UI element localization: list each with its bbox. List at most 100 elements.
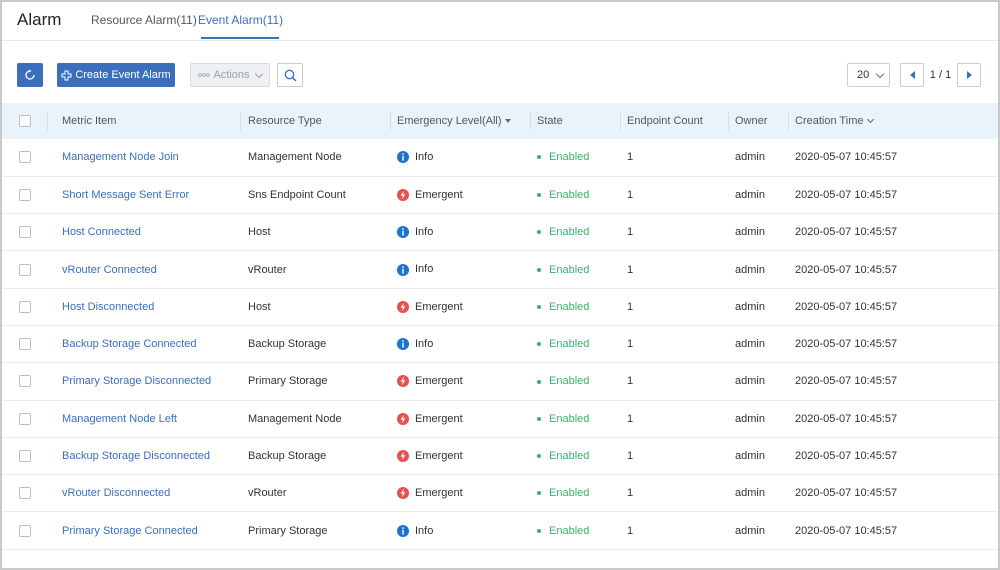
resource-type-cell: Primary Storage (240, 363, 390, 400)
emergency-level-value: Emergent (415, 300, 463, 313)
state-cell: Enabled (530, 176, 620, 213)
table-row[interactable]: Backup Storage Connected Backup Storage In… (2, 325, 998, 363)
page-size-select[interactable]: 20 (847, 63, 890, 87)
emergency-level-cell: Info (390, 139, 530, 176)
row-checkbox[interactable] (19, 450, 31, 463)
status-dot-icon (537, 491, 541, 496)
metric-item-link[interactable]: Management Node Join (62, 151, 179, 163)
table-row[interactable]: Backup Storage Disconnected Backup Storag… (2, 437, 998, 475)
column-separator (620, 112, 621, 130)
metric-item-link[interactable]: Host Disconnected (62, 301, 154, 313)
metric-item-link[interactable]: Host Connected (62, 226, 141, 238)
metric-item-cell: Management Node Left (47, 400, 240, 437)
creation-time-value: 2020-05-07 10:45:57 (795, 188, 898, 201)
select-all-checkbox[interactable] (19, 115, 31, 128)
column-separator (728, 112, 729, 130)
prev-page-button[interactable] (900, 63, 924, 87)
info-icon (397, 524, 409, 537)
metric-item-link[interactable]: Primary Storage Connected (62, 525, 198, 537)
metric-item-cell: Short Message Sent Error (47, 176, 240, 213)
column-separator (788, 112, 789, 130)
chevron-down-icon (876, 69, 885, 78)
creation-time-cell: 2020-05-07 10:45:57 (788, 475, 998, 512)
metric-item-link[interactable]: Backup Storage Connected (62, 338, 197, 350)
metric-item-cell: Host Connected (47, 214, 240, 251)
col-creation-time[interactable]: Creation Time (788, 103, 998, 139)
owner-cell: admin (728, 363, 788, 400)
table-row[interactable]: Primary Storage Connected Primary Storage… (2, 512, 998, 550)
table-row[interactable]: vRouter Connected vRouter Info Enabled 1 admi… (2, 251, 998, 289)
metric-item-link[interactable]: vRouter Disconnected (62, 487, 170, 499)
table-row[interactable]: Management Node Left Management Node Emerg… (2, 400, 998, 438)
creation-time-cell: 2020-05-07 10:45:57 (788, 363, 998, 400)
emergency-level-cell: Emergent (390, 363, 530, 400)
state-cell: Enabled (530, 437, 620, 474)
emergency-level-value: Emergent (415, 449, 463, 462)
column-separator (530, 112, 531, 130)
owner-cell: admin (728, 288, 788, 325)
table-row[interactable]: Short Message Sent Error Sns Endpoint Cou… (2, 176, 998, 214)
row-checkbox[interactable] (19, 375, 31, 388)
resource-type-cell: Backup Storage (240, 437, 390, 474)
row-checkbox[interactable] (19, 151, 31, 164)
resource-type-value: Host (248, 300, 271, 313)
status-dot-icon (537, 155, 541, 160)
owner-value: admin (735, 450, 765, 463)
toolbar: Create Event Alarm Actions 20 1 / 1 (2, 41, 998, 103)
owner-cell: admin (728, 176, 788, 213)
row-select-cell (2, 325, 47, 362)
endpoint-count-value: 1 (627, 300, 634, 313)
creation-time-cell: 2020-05-07 10:45:57 (788, 176, 998, 213)
resource-type-cell: Backup Storage (240, 325, 390, 362)
metric-item-link[interactable]: Backup Storage Disconnected (62, 450, 210, 462)
endpoint-count-value: 1 (627, 412, 634, 425)
create-event-alarm-label: Create Event Alarm (75, 69, 171, 81)
emergency-level-cell: Info (390, 251, 530, 288)
endpoint-count-value: 1 (627, 188, 634, 201)
emergency-level-value: Info (415, 263, 434, 276)
info-icon (397, 338, 409, 351)
creation-time-value: 2020-05-07 10:45:57 (795, 524, 898, 537)
table-row[interactable]: vRouter Disconnected vRouter Emergent Enabl… (2, 475, 998, 512)
creation-time-cell: 2020-05-07 10:45:57 (788, 512, 998, 549)
row-checkbox[interactable] (19, 338, 31, 351)
creation-time-value: 2020-05-07 10:45:57 (795, 450, 898, 463)
metric-item-link[interactable]: Primary Storage Disconnected (62, 375, 211, 387)
row-checkbox[interactable] (19, 188, 31, 201)
row-checkbox[interactable] (19, 412, 31, 425)
next-page-button[interactable] (957, 63, 981, 87)
column-separator (47, 112, 48, 130)
status-dot-icon (537, 304, 541, 309)
row-checkbox[interactable] (19, 300, 31, 313)
table-row[interactable]: Host Disconnected Host Emergent Enabled 1 adm… (2, 288, 998, 326)
col-emergency-level[interactable]: Emergency Level(All) (390, 103, 530, 139)
col-state-label: State (537, 115, 563, 127)
metric-item-link[interactable]: Management Node Left (62, 413, 177, 425)
row-checkbox[interactable] (19, 487, 31, 500)
state-value: Enabled (549, 524, 590, 537)
owner-value: admin (735, 188, 765, 201)
filter-dropdown-icon[interactable] (504, 119, 511, 124)
refresh-icon (25, 69, 35, 80)
row-checkbox[interactable] (19, 226, 31, 239)
row-checkbox[interactable] (19, 524, 31, 537)
metric-item-cell: vRouter Connected (47, 251, 240, 288)
search-button[interactable] (277, 63, 303, 87)
table-row[interactable]: Primary Storage Disconnected Primary Stor… (2, 363, 998, 401)
tab-event-alarm[interactable]: Event Alarm(11) (198, 13, 283, 27)
row-select-cell (2, 363, 47, 400)
endpoint-count-cell: 1 (620, 437, 728, 474)
create-event-alarm-button[interactable]: Create Event Alarm (57, 63, 175, 87)
table-row[interactable]: Management Node Join Management Node Info E… (2, 139, 998, 177)
actions-dropdown[interactable]: Actions (190, 63, 270, 87)
metric-item-link[interactable]: vRouter Connected (62, 264, 157, 276)
row-select-cell (2, 437, 47, 474)
tab-resource-alarm[interactable]: Resource Alarm(11) (91, 13, 197, 27)
emergency-level-value: Emergent (415, 487, 463, 500)
refresh-button[interactable] (17, 63, 43, 87)
row-checkbox[interactable] (19, 263, 31, 276)
table-row[interactable]: Host Connected Host Info Enabled 1 admin 2020-… (2, 214, 998, 251)
sort-chevron-icon[interactable] (867, 116, 875, 124)
col-endpoint-count-label: Endpoint Count (627, 115, 703, 127)
metric-item-link[interactable]: Short Message Sent Error (62, 189, 189, 201)
